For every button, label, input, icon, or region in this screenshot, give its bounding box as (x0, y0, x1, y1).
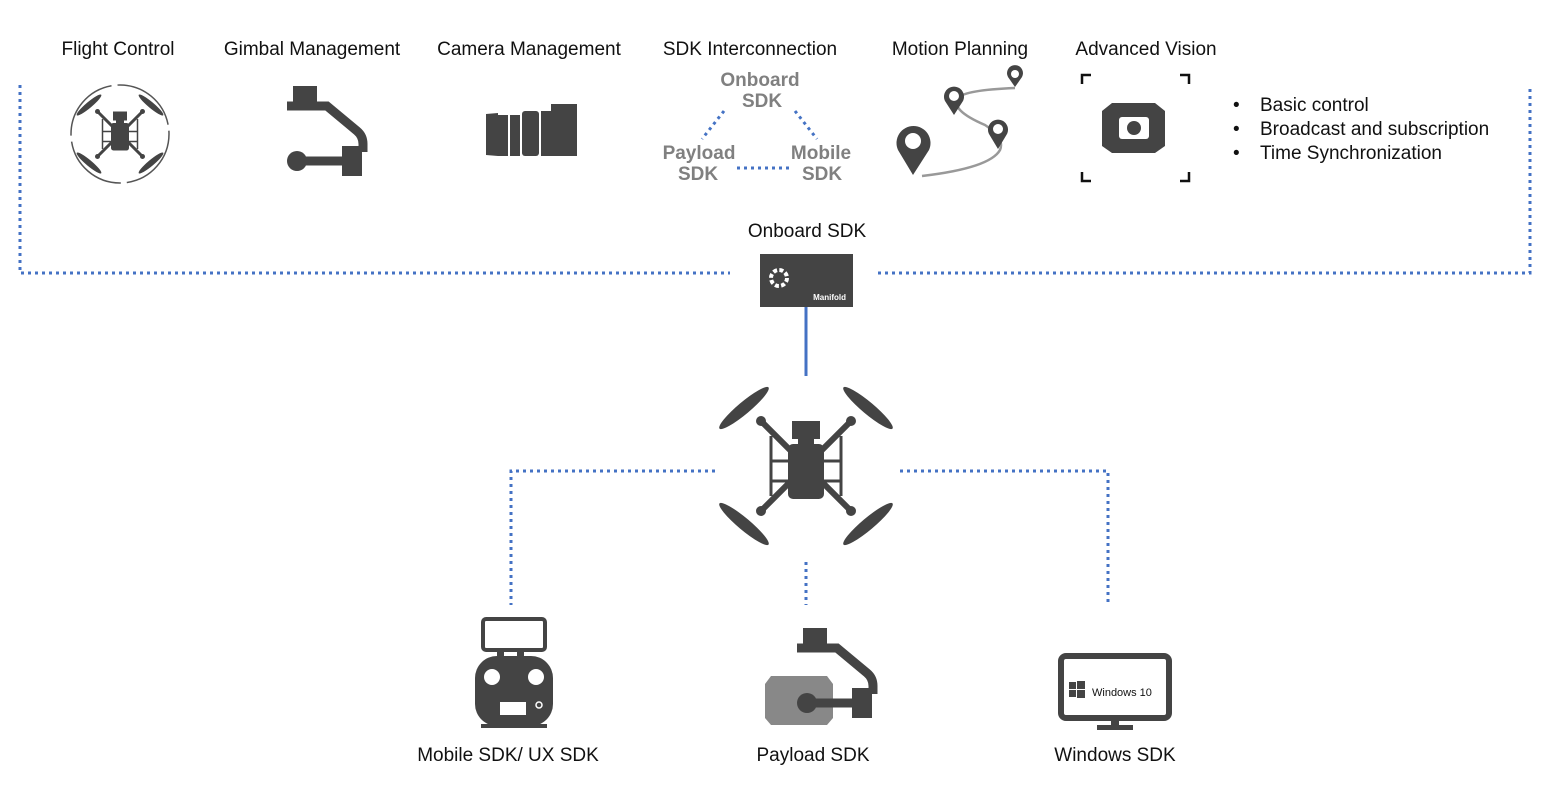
feature-label-motion-planning: Motion Planning (892, 39, 1028, 60)
windows-logo-icon (1069, 681, 1085, 698)
drone-icon (70, 81, 170, 184)
onboard-frame-right (878, 85, 1532, 275)
payload-sdk-node-line1: Payload (663, 143, 736, 164)
bullet-item: Time Synchronization (1260, 143, 1442, 164)
windows-sdk-label: Windows SDK (1054, 745, 1176, 766)
svg-text:•: • (1233, 119, 1240, 140)
mobile-connector (509, 469, 715, 605)
windows-10-text: Windows 10 (1092, 687, 1152, 699)
sdk-triangle: Onboard SDK Payload SDK Mobile SDK (663, 70, 852, 185)
remote-controller-icon (475, 617, 553, 728)
bullet-item: Basic control (1260, 95, 1369, 116)
windows-connector (900, 469, 1110, 605)
payload-sdk-node-line2: SDK (678, 164, 718, 185)
feature-label-camera-management: Camera Management (437, 39, 621, 60)
manifold-text: Manifold (813, 293, 846, 302)
onboard-sdk-node-line1: Onboard (720, 70, 799, 91)
onboard-sdk-label: Onboard SDK (748, 221, 867, 242)
gimbal-icon (287, 86, 363, 176)
feature-label-gimbal-management: Gimbal Management (224, 39, 401, 60)
mobile-sdk-node-line1: Mobile (791, 143, 851, 164)
feature-label-advanced-vision: Advanced Vision (1075, 39, 1216, 60)
svg-text:•: • (1233, 143, 1240, 164)
payload-gimbal-icon (765, 628, 873, 725)
manifold-device-icon: Manifold (760, 254, 853, 307)
monitor-icon: Windows 10 (1058, 653, 1172, 730)
onboard-sdk-node-line2: SDK (742, 91, 782, 112)
bullet-item: Broadcast and subscription (1260, 119, 1489, 140)
drone-icon (716, 364, 897, 549)
map-pins-icon (896, 65, 1023, 178)
sdk-architecture-diagram: Flight Control Gimbal Management Camera … (18, 39, 1532, 766)
mobile-sdk-node-line2: SDK (802, 164, 842, 185)
feature-label-flight-control: Flight Control (62, 39, 175, 60)
mobile-sdk-label: Mobile SDK/ UX SDK (417, 745, 599, 766)
payload-sdk-label: Payload SDK (756, 745, 869, 766)
vision-camera-icon (1080, 73, 1191, 183)
feature-bullet-list: • Basic control • Broadcast and subscrip… (1233, 95, 1489, 164)
feature-label-sdk-interconnection: SDK Interconnection (663, 39, 837, 60)
svg-text:•: • (1233, 95, 1240, 116)
camera-lens-icon (486, 104, 577, 156)
